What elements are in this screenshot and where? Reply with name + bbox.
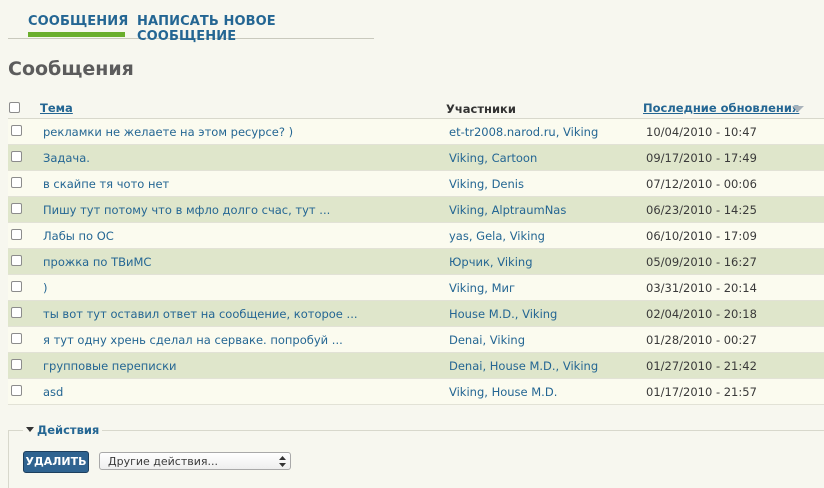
row-checkbox[interactable]	[11, 281, 22, 292]
row-checkbox[interactable]	[11, 359, 22, 370]
delete-button[interactable]: УДАЛИТЬ	[23, 451, 89, 473]
caret-down-icon	[26, 427, 34, 432]
messages-table: Тема Участники Последние обновления рекл…	[8, 96, 824, 405]
message-participants[interactable]: Denai, House M.D., Viking	[449, 359, 598, 373]
table-row: ты вот тут оставил ответ на сообщение, к…	[8, 301, 824, 327]
table-row: прожка по ТВиМС Юрчик, Viking 05/09/2010…	[8, 249, 824, 275]
message-subject-link[interactable]: asd	[43, 385, 63, 399]
message-participants[interactable]: Denai, Viking	[449, 333, 525, 347]
select-arrows-icon	[279, 456, 286, 467]
message-subject-link[interactable]: ты вот тут оставил ответ на сообщение, к…	[43, 307, 358, 321]
table-row: asd Viking, House M.D. 01/17/2010 - 21:5…	[8, 379, 824, 405]
message-participants[interactable]: House M.D., Viking	[449, 307, 557, 321]
table-header: Тема Участники Последние обновления	[8, 96, 824, 119]
tab-bar: СООБЩЕНИЯ НАПИСАТЬ НОВОЕ СООБЩЕНИЕ	[8, 0, 374, 44]
row-checkbox[interactable]	[11, 307, 22, 318]
column-subject-header[interactable]: Тема	[40, 101, 73, 115]
message-subject-link[interactable]: я тут одну хрень сделал на серваке. попр…	[43, 333, 343, 347]
message-subject-link[interactable]: в скайпе тя чото нет	[43, 177, 169, 191]
actions-fieldset: Действия УДАЛИТЬ Другие действия...	[8, 423, 824, 488]
message-participants[interactable]: Viking, Миг	[449, 281, 515, 295]
table-row: я тут одну хрень сделал на серваке. попр…	[8, 327, 824, 353]
message-subject-link[interactable]: Задача.	[43, 151, 90, 165]
table-row: Задача. Viking, Cartoon 09/17/2010 - 17:…	[8, 145, 824, 171]
message-date: 02/04/2010 - 20:18	[646, 307, 757, 321]
page-title: Сообщения	[8, 58, 134, 80]
column-last-updated-header[interactable]: Последние обновления	[643, 101, 799, 115]
row-checkbox[interactable]	[11, 333, 22, 344]
message-date: 05/09/2010 - 16:27	[646, 255, 757, 269]
column-participants-header: Участники	[446, 102, 516, 116]
message-date: 10/04/2010 - 10:47	[646, 125, 757, 139]
sort-descending-icon[interactable]	[792, 106, 804, 112]
message-date: 01/28/2010 - 00:27	[646, 333, 757, 347]
message-participants[interactable]: Юрчик, Viking	[449, 255, 533, 269]
message-participants[interactable]: Viking, Cartoon	[449, 151, 537, 165]
table-row: рекламки не желаете на этом ресурсе? ) e…	[8, 119, 824, 145]
table-row: Пишу тут потому что в мфло долго счас, т…	[8, 197, 824, 223]
message-subject-link[interactable]: Пишу тут потому что в мфло долго счас, т…	[43, 203, 330, 217]
tab-messages[interactable]: СООБЩЕНИЯ	[28, 14, 128, 29]
message-date: 06/23/2010 - 14:25	[646, 203, 757, 217]
row-checkbox[interactable]	[11, 255, 22, 266]
tab-compose[interactable]: НАПИСАТЬ НОВОЕ СООБЩЕНИЕ	[137, 14, 374, 44]
active-tab-indicator	[28, 32, 125, 37]
message-subject-link[interactable]: )	[43, 281, 48, 295]
message-date: 06/10/2010 - 17:09	[646, 229, 757, 243]
message-participants[interactable]: et-tr2008.narod.ru, Viking	[449, 125, 598, 139]
table-row: групповые переписки Denai, House M.D., V…	[8, 353, 824, 379]
message-date: 09/17/2010 - 17:49	[646, 151, 757, 165]
actions-legend-label: Действия	[37, 423, 100, 437]
table-row: Лабы по ОС yas, Gela, Viking 06/10/2010 …	[8, 223, 824, 249]
table-row: ) Viking, Миг 03/31/2010 - 20:14	[8, 275, 824, 301]
message-subject-link[interactable]: прожка по ТВиМС	[43, 255, 151, 269]
row-checkbox[interactable]	[11, 151, 22, 162]
row-checkbox[interactable]	[11, 229, 22, 240]
message-date: 01/17/2010 - 21:57	[646, 385, 757, 399]
other-actions-select[interactable]: Другие действия...	[99, 452, 291, 470]
message-subject-link[interactable]: групповые переписки	[43, 359, 177, 373]
message-participants[interactable]: Viking, AlptraumNas	[449, 203, 566, 217]
message-subject-link[interactable]: Лабы по ОС	[43, 229, 114, 243]
table-row: в скайпе тя чото нет Viking, Denis 07/12…	[8, 171, 824, 197]
message-participants[interactable]: yas, Gela, Viking	[449, 229, 545, 243]
message-date: 01/27/2010 - 21:42	[646, 359, 757, 373]
other-actions-selected: Другие действия...	[108, 455, 218, 468]
row-checkbox[interactable]	[11, 385, 22, 396]
row-checkbox[interactable]	[11, 177, 22, 188]
message-date: 03/31/2010 - 20:14	[646, 281, 757, 295]
select-all-checkbox[interactable]	[9, 102, 20, 113]
row-checkbox[interactable]	[11, 125, 22, 136]
actions-toggle[interactable]: Действия	[23, 423, 103, 437]
message-participants[interactable]: Viking, Denis	[449, 177, 524, 191]
row-checkbox[interactable]	[11, 203, 22, 214]
message-date: 07/12/2010 - 00:06	[646, 177, 757, 191]
message-participants[interactable]: Viking, House M.D.	[449, 385, 557, 399]
message-subject-link[interactable]: рекламки не желаете на этом ресурсе? )	[43, 125, 293, 139]
